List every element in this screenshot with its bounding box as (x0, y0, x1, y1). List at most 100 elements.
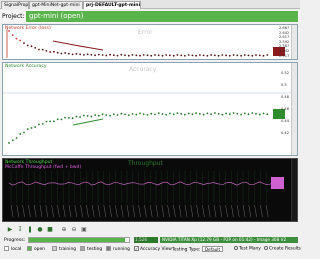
accuracy-point (71, 117, 74, 120)
throughput-x-tick (74, 204, 78, 218)
throughput-x-tick (109, 204, 112, 218)
error-point (266, 54, 269, 56)
zoom-in-icon[interactable]: ⊕ (60, 226, 68, 234)
error-point (105, 54, 108, 57)
accuracy-panel: Network Accuracy Accuracy 0.52 0.5 0.48 0.4… (2, 62, 298, 156)
step-icon[interactable]: ↧ (16, 226, 24, 234)
accuracy-view-toggle[interactable]: ✓ Accuracy View (134, 246, 172, 252)
zoom-fit-icon[interactable]: ▣ (80, 226, 88, 234)
throughput-x-tick (22, 204, 25, 218)
play-icon[interactable]: ▶ (6, 226, 14, 234)
error-point (8, 30, 10, 32)
throughput-x-tick (265, 204, 269, 218)
error-point (68, 52, 70, 55)
throughput-x-tick (39, 204, 43, 218)
error-point (202, 54, 205, 57)
accuracy-point (251, 112, 254, 114)
error-point (180, 54, 183, 57)
error-point (258, 54, 261, 57)
error-point (199, 54, 201, 56)
error-series (8, 30, 269, 57)
legend-running-swatch (106, 246, 111, 251)
throughput-x-tick (91, 204, 95, 218)
throughput-x-tick (155, 204, 159, 218)
error-point (120, 53, 123, 56)
error-point (225, 54, 228, 57)
tab-mininet[interactable]: gpt-MiniNet-gpt-mini (29, 1, 83, 9)
accuracy-view-checkbox: ✓ (134, 246, 139, 251)
zoom-out-icon[interactable]: ⊖ (70, 226, 78, 234)
test-many-option[interactable]: Test Many (234, 246, 261, 252)
error-point (26, 44, 29, 47)
throughput-x-tick (242, 204, 246, 218)
error-point (49, 51, 52, 53)
throughput-x-tick (196, 204, 199, 218)
accuracy-point (112, 113, 115, 116)
accuracy-scrollbar[interactable] (291, 63, 297, 155)
error-point (56, 51, 59, 54)
error-point (90, 53, 93, 56)
accuracy-point (30, 127, 33, 129)
error-point (172, 54, 175, 57)
throughput-chart (8, 171, 284, 218)
tab-project-default[interactable]: prj-DEFAULT-gpt-mini (83, 1, 141, 9)
accuracy-point (206, 112, 209, 115)
throughput-x-tick (207, 204, 211, 218)
record-icon[interactable]: ● (36, 226, 44, 234)
accuracy-point (79, 116, 81, 118)
throughput-x-tick (138, 204, 141, 218)
error-point (135, 54, 138, 57)
throughput-x-tick (120, 204, 124, 218)
accuracy-point (142, 113, 145, 115)
stop-icon[interactable]: ■ (46, 226, 54, 234)
accuracy-point (135, 113, 138, 116)
create-results-option[interactable]: Create Results (264, 246, 301, 252)
accuracy-point (210, 113, 213, 116)
accuracy-point (176, 112, 179, 114)
error-scrollbar[interactable] (291, 25, 297, 59)
accuracy-point (41, 123, 44, 125)
accuracy-tick-label: 0.46 (281, 107, 290, 111)
throughput-x-tick (190, 204, 194, 218)
error-point (97, 53, 100, 56)
playback-toolbar: ▶ ↧ ❚ ● ■ ⊕ ⊖ ▣ (0, 224, 300, 236)
accuracy-point (105, 114, 108, 116)
error-point (64, 52, 66, 54)
error-point (184, 54, 186, 57)
accuracy-point (191, 113, 194, 116)
accuracy-point (26, 128, 29, 130)
accuracy-point (94, 114, 96, 116)
accuracy-point (86, 115, 89, 117)
accuracy-point (83, 114, 85, 117)
accuracy-point (262, 112, 265, 115)
error-tick-label: 2.517 (279, 53, 290, 58)
accuracy-point (247, 113, 250, 116)
create-results-radio (264, 246, 268, 250)
accuracy-point (172, 113, 175, 116)
pause-icon[interactable]: ❚ (26, 226, 34, 234)
error-point (154, 54, 156, 56)
throughput-scrollbar[interactable] (291, 159, 297, 221)
error-point (150, 54, 153, 57)
accuracy-point (131, 113, 134, 115)
throughput-x-tick (62, 204, 66, 218)
legend-training: training (52, 246, 76, 252)
testing-type-select[interactable]: Default (201, 246, 224, 252)
accuracy-point (258, 113, 261, 116)
error-chart (6, 29, 285, 58)
accuracy-point (266, 113, 269, 116)
accuracy-point (214, 112, 216, 114)
throughput-x-tick (236, 204, 240, 218)
error-point (34, 47, 37, 49)
accuracy-point (187, 112, 190, 115)
accuracy-point (97, 114, 100, 117)
throughput-x-tick (184, 204, 188, 218)
error-point (187, 54, 190, 56)
error-point (262, 54, 265, 57)
accuracy-point (169, 112, 171, 115)
error-point (251, 54, 254, 57)
throughput-x-tick (231, 204, 234, 218)
error-point (142, 54, 145, 56)
tab-signalprop[interactable]: SignalProp (1, 1, 29, 9)
accuracy-tick-label: 0.42 (281, 131, 290, 135)
